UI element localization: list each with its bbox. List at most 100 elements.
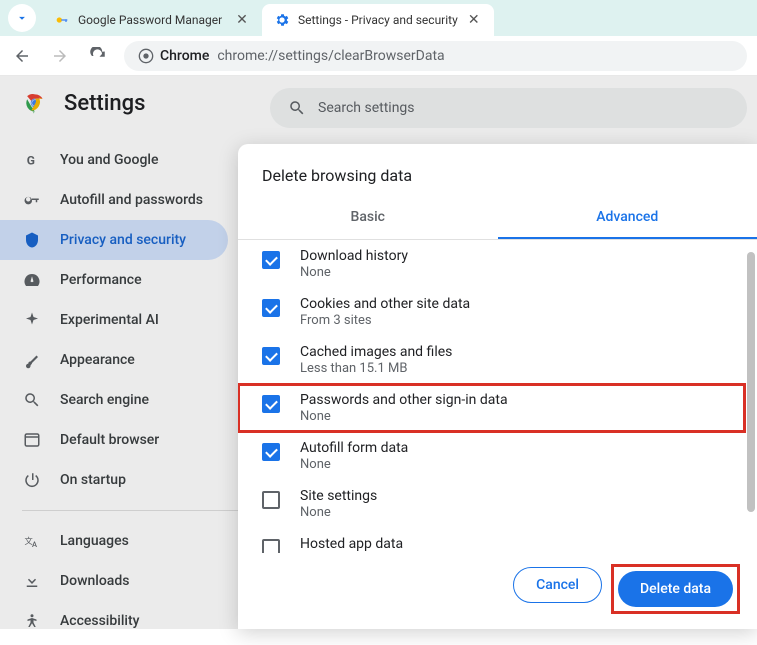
settings-sidebar: G You and Google Autofill and passwords Pri… — [0, 136, 238, 645]
G-icon: G — [22, 151, 42, 169]
dialog-tabs: Basic Advanced — [238, 199, 757, 240]
sidebar-item-privacy-and-security[interactable]: Privacy and security — [0, 220, 228, 260]
sidebar-item-accessibility[interactable]: Accessibility — [0, 601, 228, 641]
data-type-row: Hosted app data1 app (Web Store) — [238, 528, 745, 553]
chrome-chip: Chrome — [138, 48, 209, 64]
close-icon[interactable]: ✕ — [234, 12, 250, 28]
reload-button[interactable] — [86, 44, 110, 68]
delete-browsing-data-dialog: Delete browsing data Basic Advanced Down… — [238, 144, 757, 629]
tab-search-button[interactable] — [8, 4, 36, 32]
scrollbar[interactable] — [747, 240, 755, 553]
search-icon — [22, 391, 42, 409]
check-label: Autofill form data — [300, 440, 729, 456]
sidebar-item-label: Search engine — [60, 392, 149, 408]
svg-text:G: G — [27, 154, 35, 168]
sidebar-item-on-startup[interactable]: On startup — [0, 460, 228, 500]
sidebar-item-performance[interactable]: Performance — [0, 260, 228, 300]
sidebar-item-search-engine[interactable]: Search engine — [0, 380, 228, 420]
arrow-right-icon — [51, 47, 69, 65]
tab-title: Google Password Manager — [78, 13, 226, 27]
back-button[interactable] — [10, 44, 34, 68]
shield-icon — [22, 231, 42, 249]
arrow-left-icon — [13, 47, 31, 65]
sidebar-item-downloads[interactable]: Downloads — [0, 561, 228, 601]
check-label: Cookies and other site data — [300, 296, 729, 312]
sidebar-item-autofill-and-passwords[interactable]: Autofill and passwords — [0, 180, 228, 220]
dialog-title: Delete browsing data — [238, 144, 757, 199]
tab-title: Settings - Privacy and security — [298, 13, 458, 27]
tab-advanced[interactable]: Advanced — [498, 199, 757, 239]
data-type-row: Site settingsNone — [238, 480, 745, 528]
chrome-icon — [138, 48, 154, 64]
scrollbar-thumb[interactable] — [747, 252, 755, 512]
checkbox[interactable] — [262, 395, 280, 413]
dialog-body: Download historyNoneCookies and other si… — [238, 240, 757, 553]
search-settings-input[interactable]: Search settings — [270, 88, 747, 128]
sidebar-divider — [22, 510, 238, 511]
data-type-row: Cached images and filesLess than 15.1 MB — [238, 336, 745, 384]
forward-button[interactable] — [48, 44, 72, 68]
sidebar-item-label: Autofill and passwords — [60, 192, 203, 208]
dialog-footer: Cancel Delete data — [238, 553, 757, 629]
address-bar[interactable]: Chrome chrome://settings/clearBrowserDat… — [124, 41, 747, 71]
sidebar-item-label: Languages — [60, 533, 129, 549]
lang-icon: 文A — [22, 532, 42, 550]
sidebar-item-experimental-ai[interactable]: Experimental AI — [0, 300, 228, 340]
checkbox[interactable] — [262, 251, 280, 269]
sidebar-item-appearance[interactable]: Appearance — [0, 340, 228, 380]
chrome-logo-icon — [22, 90, 48, 116]
sidebar-item-label: Appearance — [60, 352, 135, 368]
sidebar-item-default-browser[interactable]: Default browser — [0, 420, 228, 460]
check-sublabel: None — [300, 409, 729, 424]
sidebar-item-label: Privacy and security — [60, 232, 186, 248]
delete-data-button[interactable]: Delete data — [618, 571, 733, 607]
check-sublabel: None — [300, 457, 729, 472]
sidebar-item-label: On startup — [60, 472, 126, 488]
checkbox[interactable] — [262, 491, 280, 509]
reload-icon — [89, 47, 107, 65]
sparkle-icon — [22, 311, 42, 329]
speed-icon — [22, 271, 42, 289]
check-label: Passwords and other sign-in data — [300, 392, 729, 408]
checkbox[interactable] — [262, 347, 280, 365]
browser-toolbar: Chrome chrome://settings/clearBrowserDat… — [0, 36, 757, 76]
delete-button-highlight: Delete data — [614, 567, 737, 611]
brush-icon — [22, 351, 42, 369]
cancel-button[interactable]: Cancel — [513, 567, 602, 603]
power-icon — [22, 471, 42, 489]
chevron-down-icon — [15, 11, 29, 25]
check-sublabel: Less than 15.1 MB — [300, 361, 729, 376]
check-label: Download history — [300, 248, 729, 264]
close-icon[interactable]: ✕ — [466, 12, 482, 28]
check-sublabel: From 3 sites — [300, 313, 729, 328]
sidebar-item-label: Default browser — [60, 432, 159, 448]
download-icon — [22, 572, 42, 590]
key-icon — [22, 191, 42, 209]
sidebar-item-label: Experimental AI — [60, 312, 159, 328]
data-type-row: Autofill form dataNone — [238, 432, 745, 480]
data-type-row: Cookies and other site dataFrom 3 sites — [238, 288, 745, 336]
browser-tab-password-manager[interactable]: Google Password Manager ✕ — [42, 4, 262, 36]
data-type-row: Download historyNone — [238, 240, 745, 288]
key-icon — [54, 12, 70, 28]
sidebar-item-languages[interactable]: 文A Languages — [0, 521, 228, 561]
search-placeholder: Search settings — [318, 100, 415, 116]
check-label: Site settings — [300, 488, 729, 504]
browser-tab-settings[interactable]: Settings - Privacy and security ✕ — [262, 4, 494, 36]
checkbox[interactable] — [262, 539, 280, 553]
tab-basic[interactable]: Basic — [238, 199, 498, 239]
checkbox[interactable] — [262, 299, 280, 317]
sidebar-item-you-and-google[interactable]: G You and Google — [0, 140, 228, 180]
checkbox[interactable] — [262, 443, 280, 461]
svg-text:A: A — [32, 540, 37, 549]
sidebar-item-label: Performance — [60, 272, 142, 288]
browser-icon — [22, 431, 42, 449]
search-icon — [288, 99, 306, 117]
check-label: Hosted app data — [300, 536, 729, 552]
check-sublabel: None — [300, 265, 729, 280]
gear-icon — [274, 12, 290, 28]
check-label: Cached images and files — [300, 344, 729, 360]
sidebar-item-label: You and Google — [60, 152, 158, 168]
sidebar-item-label: Accessibility — [60, 613, 139, 629]
check-sublabel: None — [300, 505, 729, 520]
